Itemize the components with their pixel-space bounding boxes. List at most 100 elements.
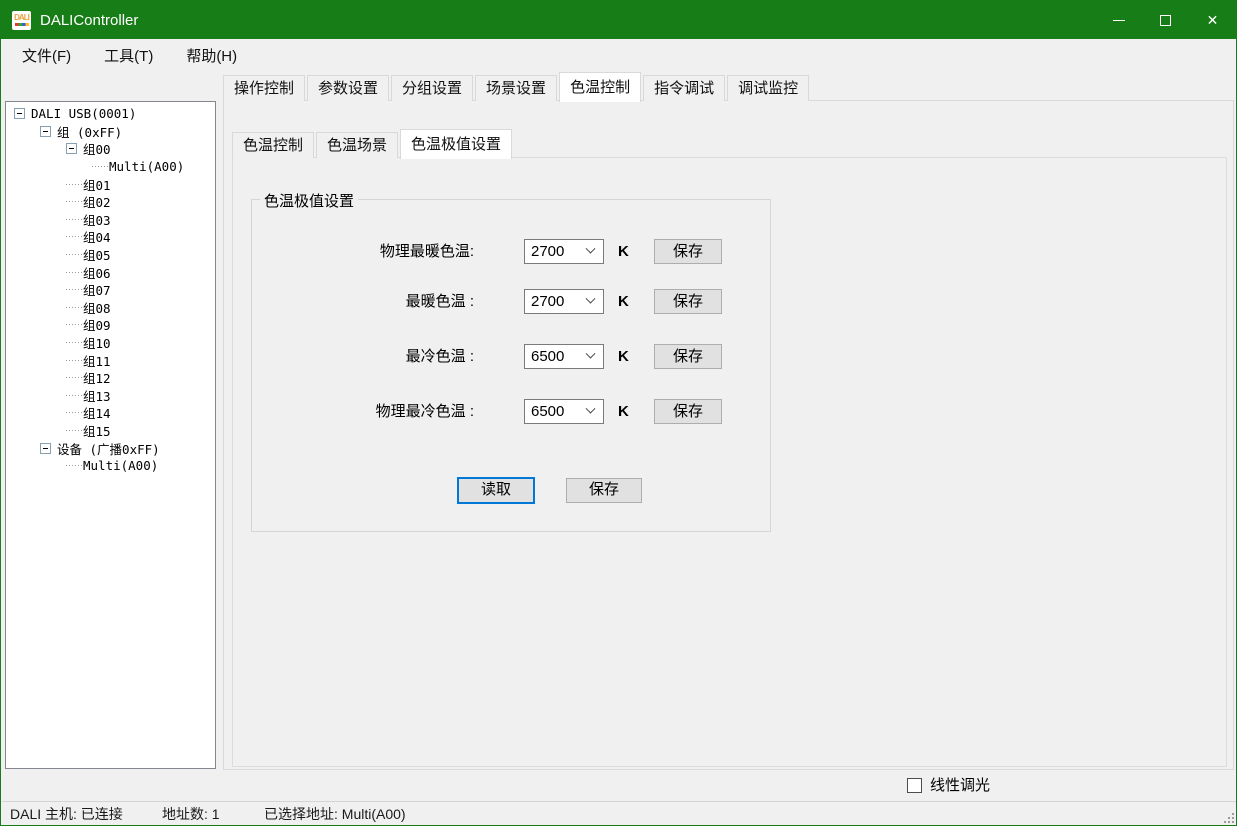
tree-item-label: 组04	[83, 227, 111, 246]
save-all-button[interactable]: 保存	[566, 478, 642, 503]
tree-leader	[66, 249, 83, 260]
ct-value-combobox[interactable]: 6500	[524, 344, 604, 369]
tree-item-label: 组02	[83, 192, 111, 211]
row-save-button[interactable]: 保存	[654, 239, 722, 264]
tree-item-label: DALI USB(0001)	[31, 106, 136, 121]
tree-item-组06[interactable]: 组06	[6, 263, 215, 281]
close-icon: ✕	[1207, 12, 1219, 29]
chevron-down-icon	[586, 294, 596, 304]
tab-指令调试[interactable]: 指令调试	[643, 75, 725, 101]
menu-item-帮助(H)[interactable]: 帮助(H)	[173, 41, 250, 70]
subtab-色温场景[interactable]: 色温场景	[316, 132, 398, 158]
menu-item-文件(F)[interactable]: 文件(F)	[9, 41, 84, 70]
tree-leader	[66, 231, 83, 242]
minimize-button[interactable]	[1095, 1, 1142, 39]
tree-item-Multi(A00)[interactable]: Multi(A00)	[6, 457, 215, 475]
tree-item-组04[interactable]: 组04	[6, 228, 215, 246]
tree-item-组02[interactable]: 组02	[6, 193, 215, 211]
tree-item-label: 组14	[83, 403, 111, 422]
ct-value-combobox[interactable]: 6500	[524, 399, 604, 424]
tree-item-组15[interactable]: 组15	[6, 422, 215, 440]
minus-icon	[17, 113, 22, 114]
linear-dimming-label: 线性调光	[930, 771, 990, 801]
resize-grip[interactable]	[1224, 813, 1234, 823]
tab-场景设置[interactable]: 场景设置	[475, 75, 557, 101]
chevron-down-icon	[586, 244, 596, 254]
row-save-button[interactable]: 保存	[654, 289, 722, 314]
expand-toggle[interactable]	[14, 108, 25, 119]
minus-icon	[43, 131, 48, 132]
tree-item-label: 组12	[83, 368, 111, 387]
subtab-色温控制[interactable]: 色温控制	[232, 132, 314, 158]
maximize-icon	[1160, 15, 1171, 26]
ct-unit-label: K	[618, 399, 629, 424]
app-window: DALI DALIController ✕ 文件(F)工具(T)帮助(H) 操作…	[0, 0, 1237, 826]
tree-item-组12[interactable]: 组12	[6, 369, 215, 387]
combo-value: 2700	[525, 243, 587, 260]
ct-row: 物理最冷色温 :6500K保存	[252, 399, 770, 425]
tab-色温控制[interactable]: 色温控制	[559, 72, 641, 102]
tree-leader	[66, 407, 83, 418]
expand-toggle[interactable]	[66, 143, 77, 154]
tree-item-组07[interactable]: 组07	[6, 281, 215, 299]
tab-分组设置[interactable]: 分组设置	[391, 75, 473, 101]
ct-value-combobox[interactable]: 2700	[524, 289, 604, 314]
status-selected-address: 已选择地址: Multi(A00)	[264, 802, 406, 826]
minus-icon	[69, 148, 74, 149]
sub-tab-strip: 色温控制色温场景色温极值设置	[232, 129, 514, 158]
tree-item-组08[interactable]: 组08	[6, 299, 215, 317]
tree-item-组13[interactable]: 组13	[6, 387, 215, 405]
tab-调试监控[interactable]: 调试监控	[727, 75, 809, 101]
ct-unit-label: K	[618, 289, 629, 314]
tree-item-组 (0xFF)[interactable]: 组 (0xFF)	[6, 123, 215, 141]
tree-leader	[66, 372, 83, 383]
tree-item-label: 组15	[83, 421, 111, 440]
tab-参数设置[interactable]: 参数设置	[307, 75, 389, 101]
close-button[interactable]: ✕	[1189, 1, 1236, 39]
tree-item-组10[interactable]: 组10	[6, 334, 215, 352]
menu-item-工具(T)[interactable]: 工具(T)	[91, 41, 166, 70]
tree-item-Multi(A00)[interactable]: Multi(A00)	[6, 158, 215, 176]
expand-toggle[interactable]	[40, 443, 51, 454]
tree-item-组11[interactable]: 组11	[6, 351, 215, 369]
chevron-down-icon	[586, 349, 596, 359]
row-save-button[interactable]: 保存	[654, 399, 722, 424]
tree-item-组01[interactable]: 组01	[6, 175, 215, 193]
subtab-色温极值设置[interactable]: 色温极值设置	[400, 129, 512, 159]
tree-item-组05[interactable]: 组05	[6, 246, 215, 264]
row-save-button[interactable]: 保存	[654, 344, 722, 369]
tree-item-label: 组11	[83, 351, 111, 370]
app-icon-bar	[15, 23, 29, 26]
tree-leader	[66, 355, 83, 366]
combo-value: 6500	[525, 403, 587, 420]
app-icon-text: DALI	[14, 14, 29, 22]
tree-item-组14[interactable]: 组14	[6, 404, 215, 422]
tree-leader	[66, 179, 83, 190]
tab-操作控制[interactable]: 操作控制	[223, 75, 305, 101]
tree-item-label: 设备 (广播0xFF)	[57, 439, 160, 458]
tree-leader	[66, 284, 83, 295]
maximize-button[interactable]	[1142, 1, 1189, 39]
tree-item-label: Multi(A00)	[109, 159, 184, 174]
tree-leader	[66, 196, 83, 207]
tree-item-组00[interactable]: 组00	[6, 140, 215, 158]
tree-item-label: 组07	[83, 280, 111, 299]
read-button[interactable]: 读取	[457, 477, 535, 504]
tree-item-DALI USB(0001)[interactable]: DALI USB(0001)	[6, 105, 215, 123]
tree-item-label: 组 (0xFF)	[57, 122, 122, 141]
tree-item-组03[interactable]: 组03	[6, 211, 215, 229]
ct-row-label: 最冷色温 :	[252, 344, 474, 370]
linear-dimming-checkbox[interactable]	[907, 778, 922, 793]
tree-leader	[66, 390, 83, 401]
device-tree[interactable]: DALI USB(0001)组 (0xFF)组00Multi(A00)组01组0…	[5, 101, 216, 769]
tree-item-组09[interactable]: 组09	[6, 316, 215, 334]
window-controls: ✕	[1095, 1, 1236, 39]
status-host: DALI 主机: 已连接	[10, 802, 123, 826]
tree-leader	[92, 161, 109, 172]
tree-item-label: 组08	[83, 298, 111, 317]
tree-item-设备 (广播0xFF)[interactable]: 设备 (广播0xFF)	[6, 439, 215, 457]
ct-value-combobox[interactable]: 2700	[524, 239, 604, 264]
expand-toggle[interactable]	[40, 126, 51, 137]
combo-value: 6500	[525, 348, 587, 365]
tree-leader	[66, 267, 83, 278]
